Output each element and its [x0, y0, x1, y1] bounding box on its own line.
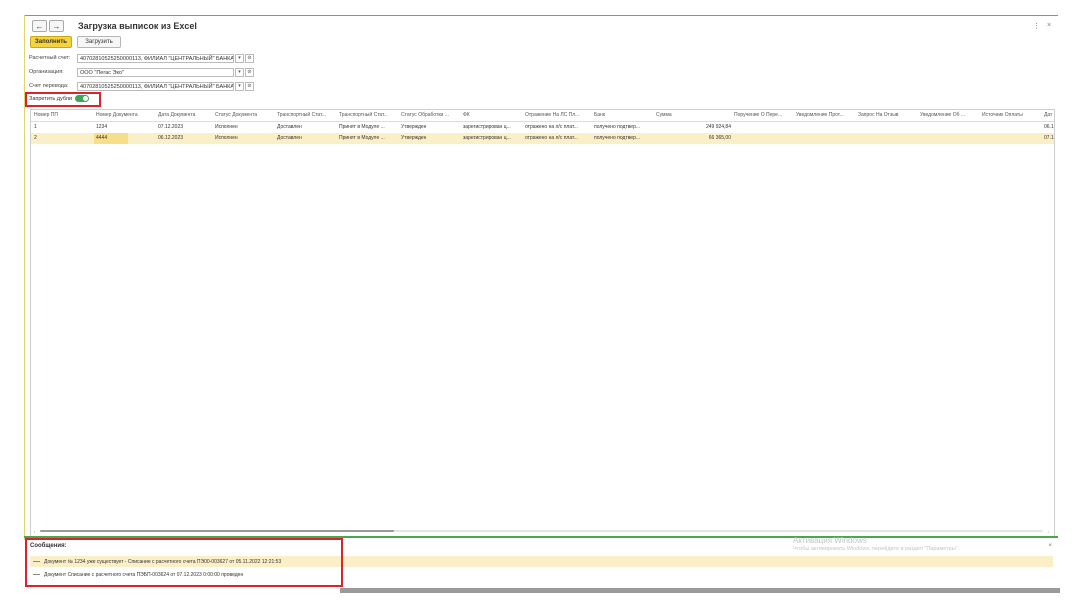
more-menu-icon[interactable]: ⋮	[1033, 22, 1040, 30]
table-cell[interactable]: 06.12.2023	[158, 133, 213, 144]
highlight-box-toggle	[25, 92, 101, 107]
column-header[interactable]: Запрос На Отзыв	[858, 110, 918, 121]
back-button[interactable]: ←	[32, 20, 47, 32]
title-bar: ← → Загрузка выписок из Excel	[32, 20, 197, 32]
table-cell[interactable]: 1234	[94, 122, 128, 133]
column-header[interactable]: Уведомление Прот...	[796, 110, 856, 121]
arrow-left-icon: ←	[35, 21, 44, 31]
table-row[interactable]: 1 1234 07.12.2023 Исполнен Доставлен Принят в…	[31, 122, 1054, 133]
highlight-box-messages	[25, 538, 343, 587]
horizontal-scrollbar[interactable]: ‹ ›	[34, 529, 1049, 534]
org-field-row: Организация: ООО "Пегас Эко" ▾ ⊘	[29, 67, 254, 77]
column-header[interactable]: Статус Обработки ...	[401, 110, 461, 121]
table-cell[interactable]: Доставлен	[277, 133, 337, 144]
table-cell[interactable]: 07.12.2023	[158, 122, 213, 133]
column-header[interactable]: Номер ПП	[34, 110, 94, 121]
transfer-label: Счет перевода:	[29, 83, 69, 89]
table-cell[interactable]: Принят в Модуле ...	[339, 133, 399, 144]
account-input[interactable]: 40702810525250000113, ФИЛИАЛ "ЦЕНТРАЛЬНЫ…	[77, 53, 234, 63]
column-header[interactable]: Статус Документа	[215, 110, 275, 121]
column-header[interactable]: Дат	[1044, 110, 1054, 121]
account-dropdown-icon[interactable]: ▾	[235, 53, 244, 63]
arrow-right-icon: →	[52, 21, 61, 31]
table-cell[interactable]: отражено на л/с плат...	[525, 133, 592, 144]
org-input[interactable]: ООО "Пегас Эко"	[77, 67, 234, 77]
table-cell[interactable]: Утвержден	[401, 122, 461, 133]
table-cell[interactable]: отражено на л/с плат...	[525, 122, 592, 133]
table-cell[interactable]: 1	[34, 122, 94, 133]
bottom-status-bar	[340, 588, 1060, 593]
table-cell[interactable]	[858, 133, 918, 144]
table-cell[interactable]: Исполнен	[215, 122, 275, 133]
fill-button[interactable]: Заполнить	[30, 36, 72, 48]
watermark-line-1: Активация Windows	[793, 536, 867, 545]
messages-close-icon[interactable]: ×	[1048, 543, 1052, 549]
table-cell[interactable]	[920, 133, 980, 144]
column-header[interactable]: Номер Документа	[96, 110, 156, 121]
table-cell[interactable]: 249 924,84	[656, 122, 731, 133]
column-header[interactable]: Транспортный Стат...	[277, 110, 337, 121]
statements-table: Номер ПП Номер Документа Дата Документа Ста…	[30, 109, 1055, 537]
table-cell[interactable]	[734, 133, 794, 144]
table-cell[interactable]: получено подтвер...	[594, 122, 654, 133]
column-header[interactable]: Банк	[594, 110, 654, 121]
windows-activation-watermark: Активация Windows Чтобы активировать Win…	[793, 536, 959, 552]
table-row[interactable]: 2 4444 06.12.2023 Исполнен Доставлен Принят в…	[31, 133, 1054, 144]
org-dropdown-icon[interactable]: ▾	[235, 67, 244, 77]
table-cell[interactable]	[796, 122, 856, 133]
table-cell[interactable]: зарегистрирован ц...	[463, 122, 523, 133]
table-cell[interactable]: Утвержден	[401, 133, 461, 144]
page-title: Загрузка выписок из Excel	[78, 21, 197, 31]
close-icon[interactable]: ×	[1047, 22, 1051, 29]
column-header[interactable]: Уведомление Об ...	[920, 110, 980, 121]
table-cell[interactable]	[858, 122, 918, 133]
scroll-right-icon[interactable]: ›	[1048, 529, 1049, 534]
column-header[interactable]: Сумма	[656, 110, 731, 121]
account-label: Расчетный счет:	[29, 55, 71, 61]
table-cell[interactable]	[920, 122, 980, 133]
table-cell[interactable]: 4444	[94, 133, 128, 144]
table-cell[interactable]	[982, 133, 1042, 144]
table-cell[interactable]	[982, 122, 1042, 133]
org-label: Организация:	[29, 69, 64, 75]
scroll-thumb[interactable]	[40, 530, 394, 532]
column-header[interactable]: Источник Оплаты	[982, 110, 1042, 121]
column-header[interactable]: Дата Документа	[158, 110, 213, 121]
transfer-open-link-icon[interactable]: ⊘	[245, 81, 254, 91]
table-cell[interactable]	[734, 122, 794, 133]
table-header: Номер ПП Номер Документа Дата Документа Ста…	[31, 110, 1054, 122]
forward-button[interactable]: →	[49, 20, 64, 32]
form-window: ← → Загрузка выписок из Excel ⋮ × Заполн…	[24, 15, 1058, 587]
transfer-dropdown-icon[interactable]: ▾	[235, 81, 244, 91]
table-cell[interactable]: получено подтвер...	[594, 133, 654, 144]
table-cell[interactable]: зарегистрирован ц...	[463, 133, 523, 144]
column-header[interactable]: Отражение На ЛС Пл...	[525, 110, 592, 121]
watermark-line-2: Чтобы активировать Windows, перейдите в …	[793, 546, 960, 552]
load-button[interactable]: Загрузить	[77, 36, 121, 48]
table-cell[interactable]: 66 365,00	[656, 133, 731, 144]
table-cell[interactable]: Исполнен	[215, 133, 275, 144]
column-header[interactable]: Транспортный Стат...	[339, 110, 399, 121]
table-cell[interactable]	[796, 133, 856, 144]
table-cell[interactable]: 06.1	[1044, 122, 1054, 133]
table-cell[interactable]: Доставлен	[277, 122, 337, 133]
window-top-border	[24, 15, 1058, 16]
account-field-row: Расчетный счет: 40702810525250000113, ФИ…	[29, 53, 254, 63]
account-open-link-icon[interactable]: ⊘	[245, 53, 254, 63]
org-open-link-icon[interactable]: ⊘	[245, 67, 254, 77]
column-header[interactable]: ФК	[463, 110, 523, 121]
transfer-input[interactable]: 40702810525250000113, ФИЛИАЛ "ЦЕНТРАЛЬНЫ…	[77, 81, 234, 91]
scroll-left-icon[interactable]: ‹	[34, 529, 35, 534]
transfer-field-row: Счет перевода: 40702810525250000113, ФИЛ…	[29, 81, 254, 91]
table-cell[interactable]: 2	[34, 133, 94, 144]
column-header[interactable]: Поручение О Пере...	[734, 110, 794, 121]
table-cell[interactable]: 07.1	[1044, 133, 1054, 144]
table-cell[interactable]: Принят в Модуле ...	[339, 122, 399, 133]
